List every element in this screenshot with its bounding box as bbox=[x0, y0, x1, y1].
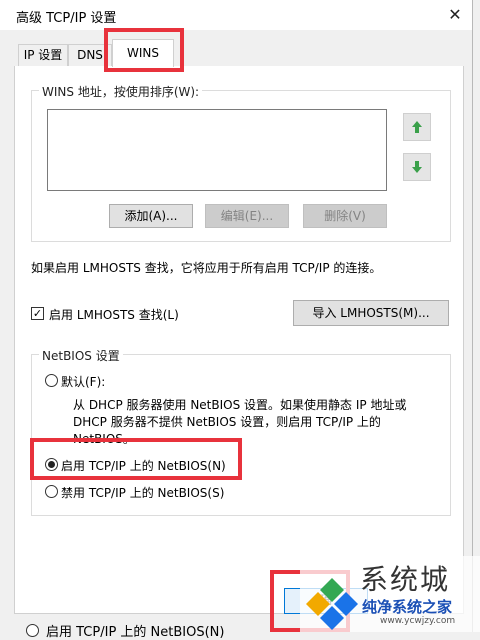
behind-radio bbox=[26, 624, 39, 637]
add-button[interactable]: 添加(A)... bbox=[109, 204, 193, 228]
netbios-group-label: NetBIOS 设置 bbox=[39, 347, 123, 364]
remove-button-label: 删除(V) bbox=[324, 209, 366, 223]
tab-dns-label: DNS bbox=[77, 48, 103, 62]
netbios-disable-label[interactable]: 禁用 TCP/IP 上的 NetBIOS(S) bbox=[61, 484, 224, 501]
edit-button-label: 编辑(E)... bbox=[220, 209, 274, 223]
move-up-button[interactable] bbox=[403, 113, 431, 141]
title-bar: 高级 TCP/IP 设置 ✕ bbox=[0, 0, 472, 30]
watermark-site-name: 纯净系统之家 bbox=[362, 598, 453, 616]
watermark-site-url: www.ycwjzy.com bbox=[380, 616, 456, 626]
netbios-default-label[interactable]: 默认(F): bbox=[61, 373, 105, 390]
wins-group-label: WINS 地址，按使用排序(W): bbox=[39, 83, 203, 100]
arrow-up-icon bbox=[412, 121, 422, 133]
add-button-label: 添加(A)... bbox=[124, 209, 178, 223]
close-icon[interactable]: ✕ bbox=[444, 5, 466, 25]
lmhosts-checkbox[interactable]: ✓ bbox=[31, 307, 44, 320]
windows-logo-icon bbox=[306, 578, 358, 630]
wins-address-list[interactable] bbox=[47, 109, 387, 191]
tab-ip-label: IP 设置 bbox=[23, 48, 63, 62]
netbios-enable-radio[interactable] bbox=[45, 458, 58, 471]
netbios-default-radio[interactable] bbox=[45, 374, 58, 387]
wins-panel: WINS 地址，按使用排序(W): 添加(A)... 编辑(E)... 删除(V… bbox=[14, 66, 464, 614]
lmhosts-info-text: 如果启用 LMHOSTS 查找，它将应用于所有启用 TCP/IP 的连接。 bbox=[31, 261, 382, 275]
edit-button[interactable]: 编辑(E)... bbox=[205, 204, 289, 228]
netbios-default-desc-1: 从 DHCP 服务器使用 NetBIOS 设置。如果使用静态 IP 地址或 bbox=[73, 398, 407, 412]
netbios-default-desc-2: DHCP 服务器不提供 NetBIOS 设置，则启用 TCP/IP 上的 bbox=[73, 415, 381, 429]
watermark: 系统城 纯净系统之家 www.ycwjzy.com bbox=[300, 556, 480, 632]
behind-window-text: 启用 TCP/IP 上的 NetBIOS(N) bbox=[46, 625, 225, 640]
import-lmhosts-button[interactable]: 导入 LMHOSTS(M)... bbox=[293, 300, 449, 326]
move-down-button[interactable] bbox=[403, 153, 431, 181]
arrow-down-icon bbox=[412, 161, 422, 173]
window-title: 高级 TCP/IP 设置 bbox=[16, 11, 117, 26]
tab-wins[interactable]: WINS bbox=[112, 39, 174, 67]
advanced-tcpip-dialog: 高级 TCP/IP 设置 ✕ IP 设置 DNS WINS WINS 地址，按使… bbox=[0, 0, 473, 632]
tab-dns[interactable]: DNS bbox=[68, 44, 112, 66]
netbios-disable-radio[interactable] bbox=[45, 485, 58, 498]
lmhosts-checkbox-label[interactable]: 启用 LMHOSTS 查找(L) bbox=[49, 306, 179, 323]
watermark-brand: 系统城 bbox=[360, 563, 451, 596]
tab-wins-label: WINS bbox=[127, 46, 159, 60]
netbios-default-desc-3: NetBIOS。 bbox=[73, 432, 135, 446]
import-lmhosts-label: 导入 LMHOSTS(M)... bbox=[312, 306, 430, 320]
netbios-enable-label[interactable]: 启用 TCP/IP 上的 NetBIOS(N) bbox=[61, 457, 226, 474]
tab-ip-settings[interactable]: IP 设置 bbox=[18, 44, 68, 66]
remove-button[interactable]: 删除(V) bbox=[303, 204, 387, 228]
